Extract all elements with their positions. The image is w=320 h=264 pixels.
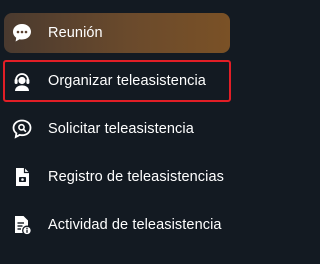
menu-item-label: Actividad de teleasistencia	[48, 217, 222, 233]
menu-item-registro-teleasistencias[interactable]: Registro de teleasistencias	[4, 157, 230, 197]
menu-item-organizar-teleasistencia[interactable]: Organizar teleasistencia	[3, 60, 231, 102]
headset-user-icon	[10, 69, 34, 93]
chat-bubble-icon	[10, 21, 34, 45]
side-menu: Reunión Organizar teleasistencia Solicit…	[0, 0, 239, 264]
document-register-icon	[10, 165, 34, 189]
menu-item-actividad-teleasistencia[interactable]: Actividad de teleasistencia	[4, 205, 230, 245]
menu-item-label: Solicitar teleasistencia	[48, 121, 194, 137]
document-info-icon	[10, 213, 34, 237]
chat-search-icon	[10, 117, 34, 141]
menu-item-label: Registro de teleasistencias	[48, 169, 224, 185]
menu-item-label: Organizar teleasistencia	[48, 73, 206, 89]
menu-item-label: Reunión	[48, 25, 103, 41]
menu-item-reunion[interactable]: Reunión	[4, 13, 230, 53]
menu-item-solicitar-teleasistencia[interactable]: Solicitar teleasistencia	[4, 109, 230, 149]
